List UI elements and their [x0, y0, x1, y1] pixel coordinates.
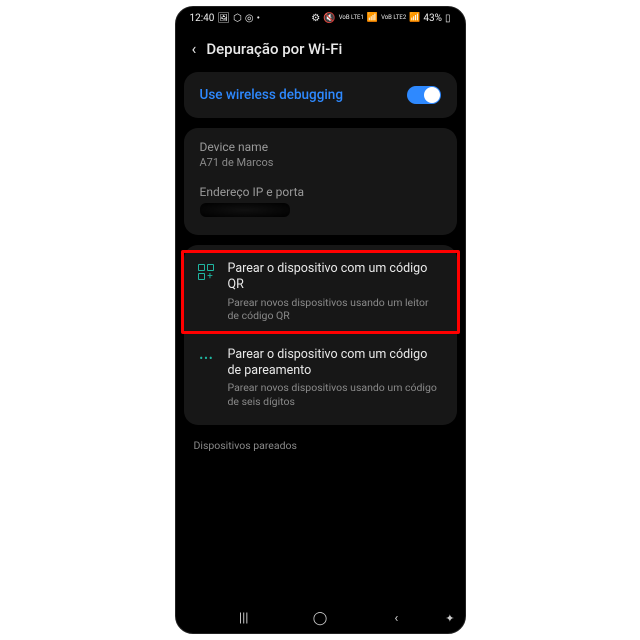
device-info-card: Device name A71 de Marcos Endereço IP e … — [184, 128, 457, 235]
nav-bar: ||| ◯ ‹ — [176, 603, 465, 633]
status-icon: 🖼 — [217, 13, 230, 24]
pair-qr-title: Parear o dispositivo com um código QR — [228, 261, 443, 294]
battery-icon: ▯ — [445, 13, 451, 24]
signal-icon: 📶 — [367, 13, 378, 23]
nav-back[interactable]: ‹ — [376, 611, 416, 626]
pairing-options-card: + Parear o dispositivo com um código QR … — [184, 245, 457, 425]
paired-devices-label: Dispositivos pareados — [176, 435, 465, 456]
phone-frame: 12:40 🖼 ⬡ ◎ • ⚙ 🔇 VoB LTE1 📶 VoB LTE2 📶 … — [175, 6, 466, 634]
network-label: VoB LTE2 — [381, 15, 406, 21]
page-title: Depuração por Wi-Fi — [206, 40, 342, 58]
qr-icon: + — [198, 264, 216, 280]
pair-qr-option[interactable]: + Parear o dispositivo com um código QR … — [184, 249, 457, 335]
toggle-label: Use wireless debugging — [200, 87, 343, 103]
ip-port-label: Endereço IP e porta — [200, 185, 441, 199]
status-icon: • — [257, 13, 260, 24]
ip-port-value-redacted — [200, 203, 290, 217]
nav-recents[interactable]: ||| — [224, 611, 264, 626]
pairing-code-icon: ••• — [198, 350, 216, 366]
pair-qr-subtitle: Parear novos dispositivos usando um leit… — [228, 296, 443, 323]
battery-label: 43% — [423, 13, 442, 24]
status-icon: ◎ — [245, 13, 254, 24]
status-icon: ⚙ — [311, 13, 320, 24]
signal-icon: 📶 — [409, 13, 420, 23]
device-name-label: Device name — [200, 140, 441, 154]
wireless-debugging-card: Use wireless debugging — [184, 72, 457, 118]
pair-code-title: Parear o dispositivo com um código de pa… — [228, 347, 443, 380]
status-bar: 12:40 🖼 ⬡ ◎ • ⚙ 🔇 VoB LTE1 📶 VoB LTE2 📶 … — [176, 7, 465, 29]
status-time: 12:40 — [190, 13, 215, 24]
back-icon[interactable]: ‹ — [192, 39, 197, 58]
nav-home[interactable]: ◯ — [300, 611, 340, 626]
accessibility-icon[interactable]: ✦ — [445, 612, 454, 625]
toggle-switch[interactable] — [407, 86, 441, 104]
network-label: VoB LTE1 — [339, 15, 364, 21]
ip-port-row: Endereço IP e porta — [184, 173, 457, 235]
page-header: ‹ Depuração por Wi-Fi — [176, 29, 465, 72]
pair-code-option[interactable]: ••• Parear o dispositivo com um código d… — [184, 335, 457, 421]
status-icon: ⬡ — [233, 13, 242, 24]
wireless-debugging-toggle-row[interactable]: Use wireless debugging — [184, 72, 457, 118]
device-name-value: A71 de Marcos — [200, 156, 441, 169]
pair-code-subtitle: Parear novos dispositivos usando um códi… — [228, 381, 443, 408]
device-name-row: Device name A71 de Marcos — [184, 128, 457, 173]
mute-icon: 🔇 — [323, 13, 335, 24]
